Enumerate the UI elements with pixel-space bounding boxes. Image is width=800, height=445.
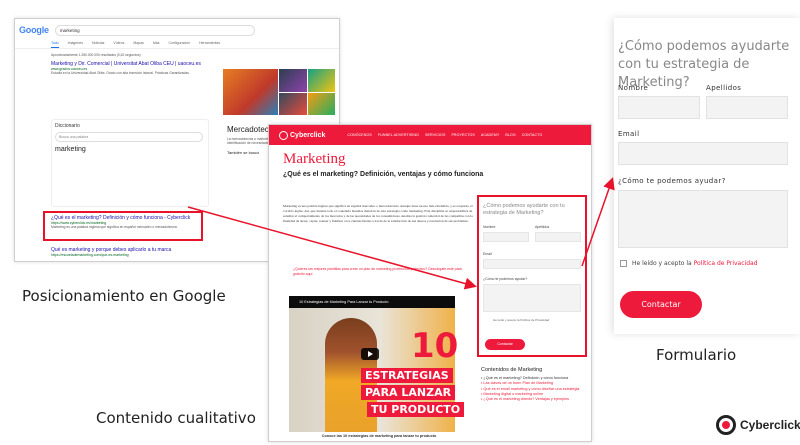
brand-name: Cyberclick [740, 418, 800, 432]
cyberclick-logo-icon [716, 415, 736, 435]
arrow-google-to-form [187, 206, 477, 290]
brand-footer: Cyberclick [716, 415, 800, 435]
flow-arrows [187, 177, 615, 290]
arrow-form-to-contact [581, 177, 615, 267]
